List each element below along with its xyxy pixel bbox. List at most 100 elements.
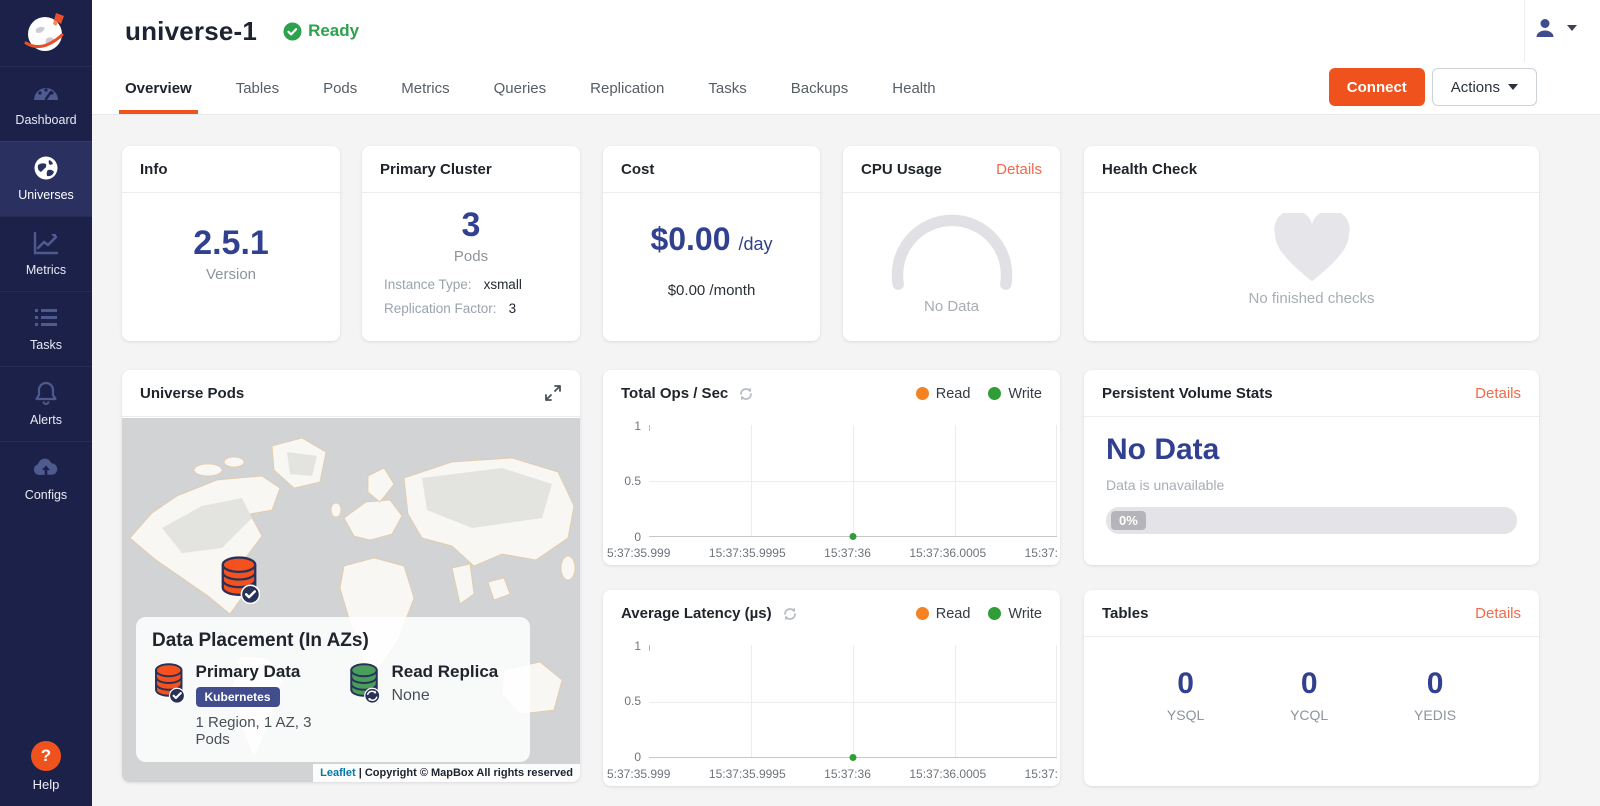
bell-icon [33,380,59,406]
read-series-dot [916,607,929,620]
sidebar-item-label: Metrics [26,263,66,277]
sidebar-item-label: Universes [18,188,74,202]
planet-rocket-logo-icon [20,7,72,59]
x-axis-labels: 5:37:35.999 15:37:35.9995 15:37:36 15:37… [607,546,1058,560]
database-marker-icon [218,555,260,605]
x-tick: 15:37:35.9995 [709,767,786,781]
cost-card: Cost $0.00 /day $0.00 /month [603,146,820,341]
tab-backups[interactable]: Backups [791,62,849,114]
tab-queries[interactable]: Queries [494,62,547,114]
header-divider [1524,0,1525,62]
sidebar-item-dashboard[interactable]: Dashboard [0,66,92,141]
ysql-count: 0 YSQL [1167,667,1204,723]
chevron-down-icon [1508,84,1518,90]
tab-health[interactable]: Health [892,62,935,114]
tab-metrics[interactable]: Metrics [401,62,449,114]
list-icon [32,305,60,331]
pv-details-link[interactable]: Details [1475,385,1521,402]
primary-cluster-marker[interactable] [218,555,260,610]
primary-data-label: Primary Data [196,662,348,682]
chart-legend: Read Write [916,606,1042,622]
card-title: Persistent Volume Stats [1102,385,1273,402]
replication-factor-label: Replication Factor: [384,301,497,316]
write-data-point [850,754,857,761]
actions-button[interactable]: Actions [1432,68,1537,106]
page-header: universe-1 Ready Overview Tables Pods Me… [92,0,1600,115]
card-title: Primary Cluster [380,161,492,178]
sidebar-item-universes[interactable]: Universes [0,141,92,216]
world-map[interactable]: Data Placement (In AZs) Primary Data [122,418,580,782]
tab-overview[interactable]: Overview [125,62,192,114]
legend-write-label: Write [1008,606,1042,622]
card-title: CPU Usage [861,161,942,178]
cloud-upload-icon [31,455,61,481]
x-tick: 15:37: [1025,546,1058,560]
status-badge: Ready [283,21,359,41]
x-tick: 15:37: [1025,767,1058,781]
read-replica-label: Read Replica [391,662,498,682]
card-title: Info [140,161,168,178]
help-label: Help [33,777,60,792]
sidebar-item-metrics[interactable]: Metrics [0,216,92,291]
data-placement-panel: Data Placement (In AZs) Primary Data [136,617,530,762]
write-series-dot [988,607,1001,620]
cpu-details-link[interactable]: Details [996,161,1042,178]
sidebar-item-help[interactable]: ? Help [0,741,92,792]
avg-latency-chart-card: Average Latency (µs) Read Write 1 0.5 0 [603,590,1060,786]
sidebar-item-alerts[interactable]: Alerts [0,366,92,441]
chart-legend: Read Write [916,386,1042,402]
yedis-label: YEDIS [1414,707,1456,723]
y-tick-1: 1 [603,639,641,653]
ysql-label: YSQL [1167,707,1204,723]
x-tick: 5:37:35.999 [607,767,670,781]
primary-data-detail: 1 Region, 1 AZ, 3 Pods [196,714,348,748]
app-logo[interactable] [0,0,92,66]
tab-replication[interactable]: Replication [590,62,664,114]
tab-pods[interactable]: Pods [323,62,357,114]
tab-tables[interactable]: Tables [236,62,279,114]
read-series-dot [916,387,929,400]
expand-icon[interactable] [544,384,562,402]
gauge-arc-icon [877,205,1027,293]
tables-details-link[interactable]: Details [1475,605,1521,622]
yedis-value: 0 [1414,667,1456,701]
y-tick-0: 0 [603,750,641,764]
x-tick: 15:37:36 [824,767,871,781]
data-placement-title: Data Placement (In AZs) [152,630,514,652]
refresh-icon[interactable] [782,606,798,622]
y-tick-0_5: 0.5 [603,694,641,708]
status-label: Ready [308,21,359,41]
tab-tasks[interactable]: Tasks [708,62,746,114]
read-replica-value: None [391,687,498,705]
primary-cluster-card: Primary Cluster 3 Pods Instance Type: xs… [362,146,580,341]
chart-title: Total Ops / Sec [621,385,728,402]
help-icon: ? [31,741,61,771]
sidebar-item-label: Dashboard [15,113,76,127]
actions-label: Actions [1451,79,1500,96]
x-tick: 15:37:36.0005 [909,546,986,560]
user-menu[interactable] [1533,16,1577,40]
cost-per-month: $0.00 /month [603,282,820,299]
tables-card: Tables Details 0 YSQL 0 YCQL 0 YEDIS [1084,590,1539,786]
primary-data-legend: Primary Data Kubernetes 1 Region, 1 AZ, … [152,662,347,748]
ysql-value: 0 [1167,667,1204,701]
pv-subtext: Data is unavailable [1106,477,1517,493]
line-chart-icon [32,230,60,256]
sidebar-item-tasks[interactable]: Tasks [0,291,92,366]
globe-icon [33,155,59,181]
replication-factor-row: Replication Factor: 3 [384,301,558,316]
leaflet-link[interactable]: Leaflet [320,767,355,779]
card-title: Universe Pods [140,385,244,402]
health-empty-text: No finished checks [1084,290,1539,307]
refresh-icon[interactable] [738,386,754,402]
sidebar-item-label: Tasks [30,338,62,352]
attribution-text: | Copyright © MapBox All rights reserved [359,767,573,779]
sidebar-item-configs[interactable]: Configs [0,441,92,516]
replication-factor-value: 3 [509,301,517,316]
connect-button[interactable]: Connect [1329,68,1425,106]
primary-database-icon [152,662,186,704]
instance-type-value: xsmall [484,277,522,292]
card-title: Health Check [1102,161,1197,178]
pv-no-data: No Data [1106,433,1517,467]
legend-read-label: Read [936,386,971,402]
